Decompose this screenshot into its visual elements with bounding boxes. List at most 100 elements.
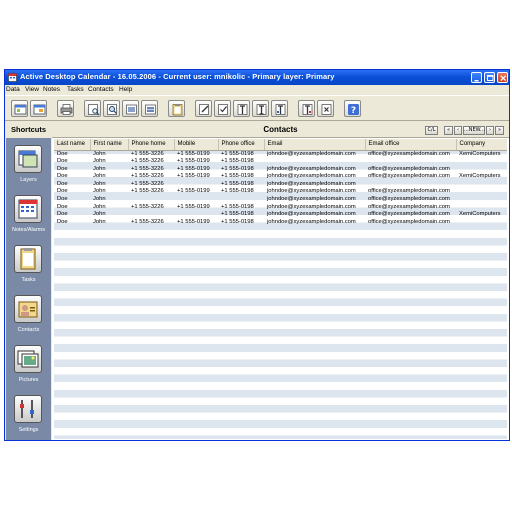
cell-company: [456, 181, 507, 189]
cell-mobile: +1 555-0199: [177, 203, 210, 210]
cell-phone-office: +1 555-0198: [221, 211, 254, 218]
next-record-button[interactable]: ›: [486, 126, 494, 135]
menu-help[interactable]: Help: [119, 86, 132, 93]
task-check-icon: [218, 104, 228, 115]
help-symbol: ?: [351, 106, 356, 116]
menu-view[interactable]: View: [25, 86, 39, 93]
cell-phone-office: +1 555-0198: [221, 218, 254, 225]
cell-first-name: John: [93, 211, 106, 218]
cell-mobile: +1 555-0199: [177, 150, 210, 157]
cell-company: XemiComputers: [459, 173, 501, 180]
cell-last-name: Doe: [57, 173, 68, 180]
contacts-table[interactable]: Last name First name Phone home Mobile P…: [54, 139, 507, 439]
shortcut-label: Layers: [20, 177, 37, 183]
toolbar-layer-settings-button[interactable]: [30, 100, 47, 117]
menu-notes[interactable]: Notes: [43, 86, 60, 93]
table-row[interactable]: Doe John +1 555-0198 johndoe@xyzexampledoma…: [54, 211, 507, 219]
toolbar-preview-button[interactable]: [84, 100, 101, 117]
window-title: Active Desktop Calendar - 16.05.2006 - C…: [20, 72, 335, 81]
cell-phone-home: +1 555-3226: [131, 158, 164, 165]
toolbar-task-edit-button[interactable]: [195, 100, 212, 117]
toolbar: ?: [5, 95, 509, 121]
cell-company: [456, 166, 507, 174]
cell-phone-home: [128, 196, 174, 204]
table-row[interactable]: Doe John +1 555-3226 +1 555-0199 +1 555-0198…: [54, 166, 507, 174]
toolbar-task-check-button[interactable]: [214, 100, 231, 117]
toolbar-delete-button[interactable]: [317, 100, 334, 117]
table-row[interactable]: Doe John +1 555-3226 +1 555-0198 johndoe@xyz…: [54, 181, 507, 189]
shortcut-contacts[interactable]: Contacts: [6, 292, 51, 342]
cell-phone-home: +1 555-3226: [131, 150, 164, 157]
minimize-button[interactable]: [471, 72, 482, 83]
cell-first-name: John: [93, 188, 106, 195]
shortcut-label: Settings: [18, 427, 39, 433]
new-record-button[interactable]: ...NEW...: [463, 126, 485, 135]
first-record-button[interactable]: «: [444, 126, 453, 135]
previous-record-button[interactable]: ‹: [454, 126, 462, 135]
cell-last-name: Doe: [57, 158, 68, 165]
toolbar-note-button[interactable]: [122, 100, 139, 117]
cell-email: johndoe@xyzexampledomain.com: [267, 196, 356, 203]
note-icon: [126, 104, 137, 115]
toolbar-print-button[interactable]: [57, 100, 74, 117]
table-row[interactable]: Doe John +1 555-3226 +1 555-0199 +1 555-0198…: [54, 204, 507, 212]
title-bar[interactable]: Active Desktop Calendar - 16.05.2006 - C…: [5, 70, 509, 85]
shortcuts-heading: Shortcuts: [6, 122, 51, 138]
tasks-icon: [14, 245, 42, 273]
cell-company: [456, 188, 507, 196]
table-row[interactable]: Doe John +1 555-3226 +1 555-0199 +1 555-0198…: [54, 219, 507, 227]
column-phone-office[interactable]: Phone office: [218, 139, 265, 151]
shortcut-notes-alarms[interactable]: Notes/Alarms: [6, 192, 51, 242]
column-email[interactable]: Email: [264, 139, 366, 151]
cell-email-office: office@xyzexampledomain.com: [368, 218, 450, 225]
shortcut-tasks[interactable]: Tasks: [6, 242, 51, 292]
table-row[interactable]: Doe John +1 555-3226 +1 555-0199 +1 555-0198: [54, 158, 507, 166]
last-record-button[interactable]: »: [495, 126, 504, 135]
cell-first-name: John: [93, 165, 106, 172]
table-body: Doe John +1 555-3226 +1 555-0199 +1 555-0198…: [54, 150, 507, 226]
column-first-name[interactable]: First name: [90, 139, 129, 151]
toolbar-filter3-button[interactable]: [271, 100, 288, 117]
menu-data[interactable]: Data: [6, 86, 20, 93]
column-mobile[interactable]: Mobile: [174, 139, 219, 151]
close-button[interactable]: [497, 72, 508, 83]
toolbar-filter2-button[interactable]: [252, 100, 269, 117]
toolbar-note-list-button[interactable]: [141, 100, 158, 117]
table-header-row: Last name First name Phone home Mobile P…: [54, 139, 507, 151]
cell-first-name: John: [93, 150, 106, 157]
cell-phone-home: +1 555-3226: [131, 173, 164, 180]
settings-icon: [14, 395, 42, 423]
clear-button[interactable]: C/L: [425, 126, 438, 135]
shortcut-layers[interactable]: Layers: [6, 142, 51, 192]
table-row[interactable]: Doe John +1 555-3226 +1 555-0199 +1 555-0198…: [54, 188, 507, 196]
table-row[interactable]: Doe John +1 555-3226 +1 555-0199 +1 555-0198…: [54, 173, 507, 181]
toolbar-help-button[interactable]: ?: [344, 100, 361, 117]
shortcut-pictures[interactable]: Pictures: [6, 342, 51, 392]
toolbar-find-button[interactable]: [103, 100, 120, 117]
toolbar-clipboard-button[interactable]: [168, 100, 185, 117]
cell-email: johndoe@xyzexampledomain.com: [267, 218, 356, 225]
cell-first-name: John: [93, 173, 106, 180]
table-row[interactable]: Doe John johndoe@xyzexampledomain.com offic…: [54, 196, 507, 204]
maximize-button[interactable]: [484, 72, 495, 83]
cell-phone-home: +1 555-3226: [131, 180, 164, 187]
cell-phone-office: +1 555-0198: [221, 158, 254, 165]
menu-contacts[interactable]: Contacts: [88, 86, 114, 93]
cell-email: johndoe@xyzexampledomain.com: [267, 150, 356, 157]
cell-last-name: Doe: [57, 150, 68, 157]
table-row[interactable]: Doe John +1 555-3226 +1 555-0199 +1 555-0198…: [54, 150, 507, 158]
column-email-office[interactable]: Email office: [365, 139, 457, 151]
menu-tasks[interactable]: Tasks: [67, 86, 84, 93]
toolbar-layers-button[interactable]: [11, 100, 28, 117]
shortcut-settings[interactable]: Settings: [6, 392, 51, 442]
column-phone-home[interactable]: Phone home: [128, 139, 175, 151]
shortcuts-sidebar: Shortcuts Layers Notes/Alarms Tasks Cont…: [6, 122, 51, 440]
cell-email: johndoe@xyzexampledomain.com: [267, 165, 356, 172]
cell-phone-office: +1 555-0198: [221, 180, 254, 187]
shortcut-label: Tasks: [21, 277, 36, 283]
toolbar-filter-button[interactable]: [233, 100, 250, 117]
toolbar-filter4-button[interactable]: [298, 100, 315, 117]
shortcut-label: Notes/Alarms: [11, 227, 45, 233]
column-company[interactable]: Company: [456, 139, 507, 151]
column-last-name[interactable]: Last name: [54, 139, 91, 151]
